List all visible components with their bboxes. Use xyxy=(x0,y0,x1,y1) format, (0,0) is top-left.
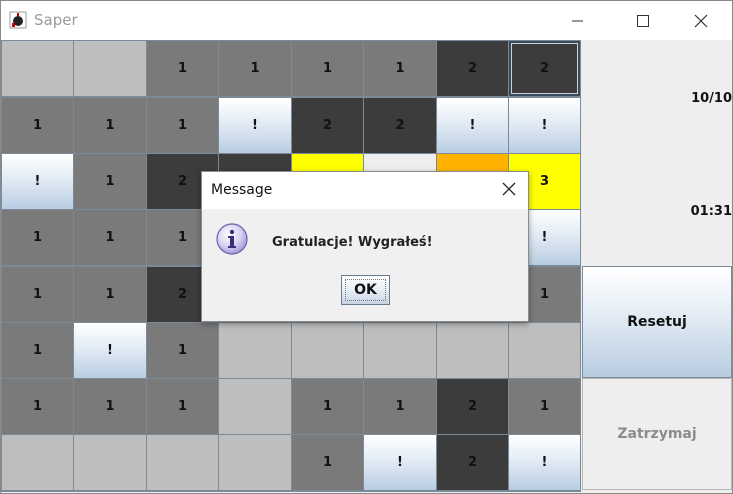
maximize-icon xyxy=(637,14,649,27)
grid-cell[interactable] xyxy=(437,323,508,378)
grid-cell[interactable]: 2 xyxy=(292,98,363,153)
dialog-title: Message xyxy=(211,182,273,198)
grid-cell[interactable]: 1 xyxy=(2,267,73,322)
grid-cell[interactable]: 2 xyxy=(509,41,580,96)
grid-cell[interactable]: 1 xyxy=(147,379,218,434)
grid-cell[interactable] xyxy=(147,435,218,490)
grid-cell[interactable]: 1 xyxy=(292,435,363,490)
grid-cell[interactable]: 1 xyxy=(74,267,146,322)
grid-cell[interactable] xyxy=(219,323,291,378)
grid-cell[interactable] xyxy=(74,435,146,490)
maximize-button[interactable] xyxy=(620,1,666,40)
dialog-title-bar[interactable]: Message xyxy=(202,172,528,209)
close-icon xyxy=(694,14,708,28)
flagged-cell[interactable]: ! xyxy=(219,98,291,153)
flagged-cell[interactable]: ! xyxy=(2,154,73,209)
app-icon xyxy=(9,11,27,29)
dialog-close-button[interactable] xyxy=(498,179,520,201)
grid-cell[interactable]: 1 xyxy=(2,379,73,434)
grid-cell[interactable]: 1 xyxy=(147,41,218,96)
side-panel: 10/10 01:31 Resetuj Zatrzymaj xyxy=(582,40,732,492)
grid-cell[interactable] xyxy=(2,41,73,96)
flagged-cell[interactable]: ! xyxy=(437,98,508,153)
close-icon xyxy=(502,181,516,200)
stop-button[interactable]: Zatrzymaj xyxy=(582,378,732,490)
grid-cell[interactable]: 2 xyxy=(437,379,508,434)
ok-button[interactable]: OK xyxy=(341,275,390,305)
grid-cell[interactable] xyxy=(219,435,291,490)
minimize-button[interactable] xyxy=(555,1,601,40)
grid-cell[interactable]: 1 xyxy=(2,323,73,378)
grid-cell[interactable]: 1 xyxy=(2,98,73,153)
grid-cell[interactable]: 1 xyxy=(147,323,218,378)
grid-cell[interactable]: 2 xyxy=(437,435,508,490)
grid-cell[interactable]: 2 xyxy=(437,41,508,96)
grid-cell[interactable]: 1 xyxy=(219,41,291,96)
flagged-cell[interactable]: ! xyxy=(364,435,436,490)
grid-cell[interactable] xyxy=(292,323,363,378)
grid-cell[interactable]: 1 xyxy=(74,154,146,209)
grid-cell[interactable]: 1 xyxy=(364,379,436,434)
grid-cell[interactable]: 1 xyxy=(292,379,363,434)
mine-counter: 10/10 xyxy=(691,91,732,106)
grid-cell[interactable]: 1 xyxy=(292,41,363,96)
grid-cell[interactable]: 1 xyxy=(74,210,146,265)
close-window-button[interactable] xyxy=(678,1,724,40)
dialog-message: Gratulacje! Wygrałeś! xyxy=(272,235,433,250)
info-icon xyxy=(215,222,249,256)
grid-cell[interactable] xyxy=(219,379,291,434)
message-dialog: Message Gratulacje! Wygrałeś! OK xyxy=(201,171,529,322)
reset-button[interactable]: Resetuj xyxy=(582,266,732,378)
timer: 01:31 xyxy=(690,204,732,219)
grid-cell[interactable] xyxy=(364,323,436,378)
grid-cell[interactable]: 1 xyxy=(147,98,218,153)
grid-cell[interactable] xyxy=(2,435,73,490)
flagged-cell[interactable]: ! xyxy=(509,435,580,490)
minimize-icon xyxy=(572,15,584,27)
grid-cell[interactable]: 1 xyxy=(2,210,73,265)
grid-cell[interactable] xyxy=(509,323,580,378)
grid-cell[interactable]: 1 xyxy=(74,379,146,434)
flagged-cell[interactable]: ! xyxy=(74,323,146,378)
flagged-cell[interactable]: ! xyxy=(509,98,580,153)
grid-cell[interactable]: 1 xyxy=(364,41,436,96)
window-title: Saper xyxy=(34,11,78,29)
grid-cell[interactable] xyxy=(74,41,146,96)
title-bar[interactable]: Saper xyxy=(1,1,732,40)
grid-cell[interactable]: 2 xyxy=(364,98,436,153)
grid-cell[interactable]: 1 xyxy=(509,379,580,434)
grid-cell[interactable]: 1 xyxy=(74,98,146,153)
